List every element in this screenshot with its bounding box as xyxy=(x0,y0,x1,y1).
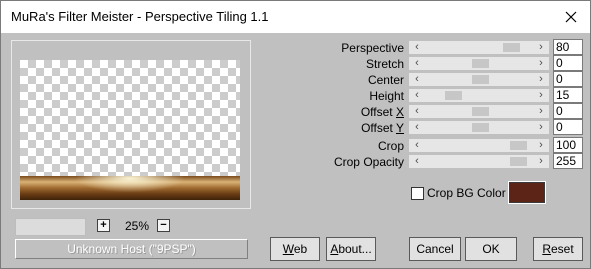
about-button[interactable]: About... xyxy=(326,237,376,261)
center-value[interactable]: 0 xyxy=(553,71,583,87)
chevron-left-icon[interactable]: ‹ xyxy=(411,105,423,118)
reset-button-key: R xyxy=(542,242,551,256)
chevron-left-icon[interactable]: ‹ xyxy=(411,89,423,102)
offset-x-label: Offset X xyxy=(284,105,404,119)
zoom-out-button[interactable]: − xyxy=(157,219,170,232)
slider-thumb[interactable] xyxy=(472,75,490,84)
ok-button[interactable]: OK xyxy=(465,237,517,261)
close-icon xyxy=(565,11,577,23)
close-button[interactable] xyxy=(558,4,584,30)
chevron-right-icon[interactable]: › xyxy=(535,57,547,70)
slider-thumb[interactable] xyxy=(472,107,490,116)
offset-x-label-key: X xyxy=(395,105,404,119)
zoom-level: 25% xyxy=(124,219,150,233)
chevron-right-icon[interactable]: › xyxy=(535,41,547,54)
crop-bg-color-swatch[interactable] xyxy=(508,181,546,204)
preview-image[interactable] xyxy=(20,60,240,200)
web-button[interactable]: Web xyxy=(270,237,320,261)
chevron-left-icon[interactable]: ‹ xyxy=(411,41,423,54)
chevron-left-icon[interactable]: ‹ xyxy=(411,121,423,134)
offset-x-value[interactable]: 0 xyxy=(553,103,583,119)
chevron-right-icon[interactable]: › xyxy=(535,139,547,152)
slider-thumb[interactable] xyxy=(472,59,490,68)
chevron-left-icon[interactable]: ‹ xyxy=(411,73,423,86)
perspective-value[interactable]: 80 xyxy=(553,39,583,55)
slider-thumb[interactable] xyxy=(509,157,527,166)
offset-y-label-key: Y xyxy=(395,121,404,135)
offset-x-slider[interactable]: ‹ › xyxy=(409,105,549,118)
perspective-slider[interactable]: ‹ › xyxy=(409,41,549,54)
crop-value[interactable]: 100 xyxy=(553,137,583,153)
chevron-left-icon[interactable]: ‹ xyxy=(411,155,423,168)
chevron-right-icon[interactable]: › xyxy=(535,121,547,134)
offset-y-slider[interactable]: ‹ › xyxy=(409,121,549,134)
stretch-slider[interactable]: ‹ › xyxy=(409,57,549,70)
web-button-key: W xyxy=(282,242,294,256)
offset-y-value[interactable]: 0 xyxy=(553,119,583,135)
about-button-text: bout... xyxy=(338,242,372,256)
cancel-button[interactable]: Cancel xyxy=(409,237,461,261)
chevron-right-icon[interactable]: › xyxy=(535,89,547,102)
reset-button-text: eset xyxy=(550,242,574,256)
crop-opacity-value[interactable]: 255 xyxy=(553,153,583,169)
window-title: MuRa's Filter Meister - Perspective Tili… xyxy=(11,9,269,24)
crop-bg-color-checkbox[interactable] xyxy=(411,187,424,200)
height-label: Height xyxy=(369,89,404,103)
height-value[interactable]: 15 xyxy=(553,87,583,103)
host-info: Unknown Host ("9PSP") xyxy=(15,239,248,259)
title-bar: MuRa's Filter Meister - Perspective Tili… xyxy=(1,1,590,33)
chevron-right-icon[interactable]: › xyxy=(535,105,547,118)
chevron-right-icon[interactable]: › xyxy=(535,73,547,86)
chevron-right-icon[interactable]: › xyxy=(535,155,547,168)
crop-slider[interactable]: ‹ › xyxy=(409,139,549,152)
chevron-left-icon[interactable]: ‹ xyxy=(411,57,423,70)
chevron-left-icon[interactable]: ‹ xyxy=(411,139,423,152)
offset-y-label: Offset Y xyxy=(284,121,404,135)
offset-y-label-text: Offset xyxy=(361,121,396,135)
center-label: Center xyxy=(367,73,404,87)
web-button-text: eb xyxy=(293,242,308,256)
reset-button[interactable]: Reset xyxy=(533,237,583,261)
progress-bar xyxy=(15,218,86,236)
crop-opacity-slider[interactable]: ‹ › xyxy=(409,155,549,168)
filter-dialog-window: MuRa's Filter Meister - Perspective Tili… xyxy=(0,0,591,269)
height-slider[interactable]: ‹ › xyxy=(409,89,549,102)
preview-floor-tiles xyxy=(20,176,240,200)
crop-label: Crop xyxy=(377,139,404,153)
slider-thumb[interactable] xyxy=(509,141,527,150)
slider-thumb[interactable] xyxy=(503,43,521,52)
stretch-label: Stretch xyxy=(365,57,404,71)
perspective-label: Perspective xyxy=(341,41,404,55)
slider-thumb[interactable] xyxy=(445,91,463,100)
offset-x-label-text: Offset xyxy=(360,105,396,119)
stretch-value[interactable]: 0 xyxy=(553,55,583,71)
crop-bg-color-label[interactable]: Crop BG Color xyxy=(427,186,506,200)
crop-opacity-label: Crop Opacity xyxy=(333,155,404,169)
zoom-in-button[interactable]: + xyxy=(97,219,110,232)
center-slider[interactable]: ‹ › xyxy=(409,73,549,86)
slider-thumb[interactable] xyxy=(472,123,490,132)
